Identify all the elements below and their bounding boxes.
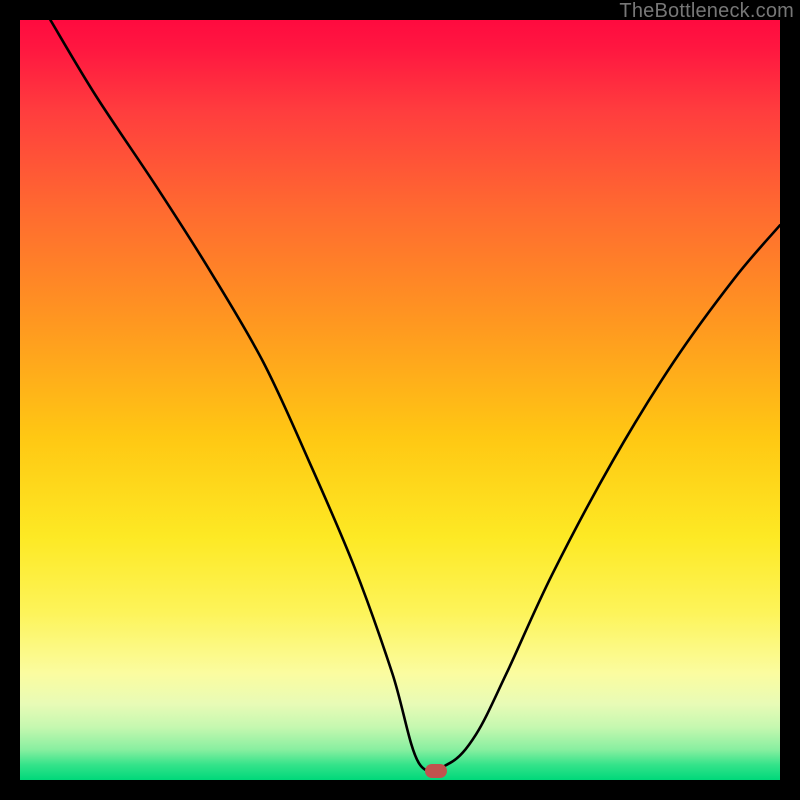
plot-area: [20, 20, 780, 780]
chart-frame: TheBottleneck.com: [0, 0, 800, 800]
bottleneck-curve: [20, 20, 780, 780]
attribution-label: TheBottleneck.com: [619, 0, 794, 23]
optimal-point-marker-icon: [425, 764, 447, 778]
